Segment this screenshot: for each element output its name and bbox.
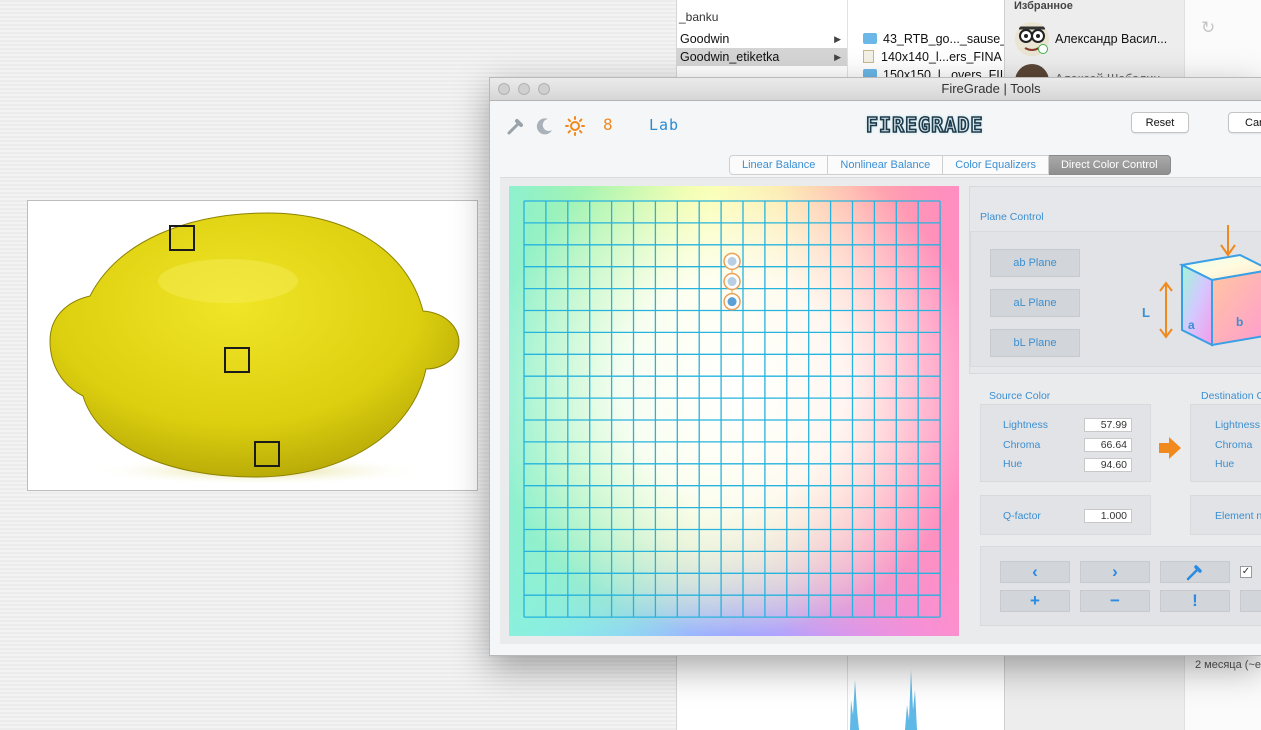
- finder-path: _banku: [679, 10, 719, 24]
- folder-label: Goodwin_etiketka: [680, 50, 780, 64]
- cube-a-label: a: [1188, 318, 1195, 332]
- plane-control-panel: Plane Control ab Plane aL Plane bL Plane: [969, 186, 1261, 374]
- moon-icon[interactable]: [535, 116, 555, 136]
- source-chroma-field[interactable]: 66.64: [1084, 438, 1132, 452]
- dest-lightness-label: Lightness: [1215, 419, 1260, 431]
- source-lightness-field[interactable]: 57.99: [1084, 418, 1132, 432]
- destination-color-panel: Lightness Chroma Hue: [1190, 404, 1261, 482]
- sample-marker-2[interactable]: [224, 347, 250, 373]
- lemon-illustration: [49, 212, 460, 485]
- window-title: FireGrade | Tools: [941, 81, 1041, 96]
- eyedropper-icon: [1186, 565, 1202, 581]
- source-chroma-label: Chroma: [1003, 439, 1041, 451]
- color-space-label[interactable]: Lab: [649, 116, 679, 134]
- tab-direct-color-control[interactable]: Direct Color Control: [1048, 155, 1171, 175]
- color-plane-grid[interactable]: [509, 186, 959, 636]
- al-plane-button[interactable]: aL Plane: [990, 289, 1080, 317]
- title-bar[interactable]: FireGrade | Tools: [490, 78, 1261, 101]
- source-hue-field[interactable]: 94.60: [1084, 458, 1132, 472]
- source-color-panel: Lightness 57.99 Chroma 66.64 Hue 94.60: [980, 404, 1151, 482]
- refresh-icon[interactable]: ↻: [1201, 18, 1215, 38]
- add-point-button[interactable]: +: [1000, 590, 1070, 612]
- alert-button[interactable]: !: [1160, 590, 1230, 612]
- remove-point-button[interactable]: −: [1080, 590, 1150, 612]
- document-icon: [863, 50, 874, 63]
- chevron-right-icon: ▶: [834, 34, 841, 44]
- lemon-image: [27, 200, 478, 491]
- bl-plane-button[interactable]: bL Plane: [990, 329, 1080, 357]
- control-point[interactable]: [723, 252, 741, 271]
- element-panel: Element n: [1190, 495, 1261, 535]
- point-controls-panel: ‹ › ✓ + − !: [980, 546, 1261, 626]
- histogram-graphic: [845, 670, 917, 730]
- q-factor-field[interactable]: 1.000: [1084, 509, 1132, 523]
- sun-icon[interactable]: [565, 116, 585, 136]
- firegrade-window: FireGrade | Tools 8 Lab FIREGRADE Reset …: [489, 77, 1261, 656]
- reset-button[interactable]: Reset: [1131, 112, 1189, 133]
- folder-label: Goodwin: [680, 32, 730, 46]
- tab-linear-balance[interactable]: Linear Balance: [729, 155, 829, 175]
- arrow-right-icon: [1159, 437, 1181, 459]
- sample-marker-1[interactable]: [169, 225, 195, 251]
- control-point[interactable]: [723, 272, 741, 291]
- plane-control-title: Plane Control: [980, 211, 1044, 223]
- dest-chroma-label: Chroma: [1215, 439, 1253, 451]
- file-row[interactable]: 140x140_l...ers_FINA: [863, 48, 1002, 66]
- file-label: 140x140_l...ers_FINA: [881, 50, 1002, 64]
- control-point[interactable]: [723, 292, 741, 311]
- dest-hue-label: Hue: [1215, 458, 1235, 470]
- date-label: 2 месяца (~е: [1195, 659, 1261, 671]
- tab-color-equalizers[interactable]: Color Equalizers: [943, 155, 1049, 175]
- content-area: Plane Control ab Plane aL Plane bL Plane: [500, 177, 1261, 644]
- source-hue-label: Hue: [1003, 458, 1023, 470]
- finder-folder-goodwin[interactable]: Goodwin ▶: [677, 30, 847, 48]
- q-factor-label: Q-factor: [1003, 510, 1041, 522]
- sample-marker-3[interactable]: [254, 441, 280, 467]
- destination-color-title: Destination C: [1201, 390, 1261, 402]
- contact-name[interactable]: Александр Васил...: [1055, 32, 1167, 46]
- source-lightness-label: Lightness: [1003, 419, 1048, 431]
- cube-b-label: b: [1236, 315, 1243, 329]
- eyedropper-icon[interactable]: [506, 116, 526, 136]
- ab-plane-button[interactable]: ab Plane: [990, 249, 1080, 277]
- chevron-right-icon: ▶: [834, 52, 841, 62]
- tab-nonlinear-balance[interactable]: Nonlinear Balance: [828, 155, 944, 175]
- q-factor-panel: Q-factor 1.000: [980, 495, 1151, 535]
- previous-point-button[interactable]: ‹: [1000, 561, 1070, 583]
- pick-color-button[interactable]: [1160, 561, 1230, 583]
- next-point-button[interactable]: ›: [1080, 561, 1150, 583]
- extra-button[interactable]: [1240, 590, 1261, 612]
- firegrade-logo: FIREGRADE: [865, 112, 984, 138]
- mode-number[interactable]: 8: [603, 115, 613, 134]
- source-color-title: Source Color: [989, 390, 1051, 402]
- favorites-header: Избранное: [1014, 0, 1073, 12]
- enable-checkbox[interactable]: ✓: [1240, 566, 1252, 578]
- file-label: 43_RTB_go..._sause_p: [883, 32, 1015, 46]
- lab-cube-icon: L a b: [1142, 225, 1261, 347]
- folder-icon: [863, 33, 877, 44]
- file-row[interactable]: 43_RTB_go..._sause_p: [863, 30, 1014, 48]
- finder-folder-goodwin-etiketka[interactable]: Goodwin_etiketka ▶: [677, 48, 847, 66]
- tab-bar: Linear Balance Nonlinear Balance Color E…: [729, 155, 1171, 175]
- cancel-button[interactable]: Car: [1228, 112, 1261, 133]
- online-status-icon: [1038, 44, 1048, 54]
- cube-l-label: L: [1142, 305, 1150, 320]
- element-label: Element n: [1215, 510, 1261, 522]
